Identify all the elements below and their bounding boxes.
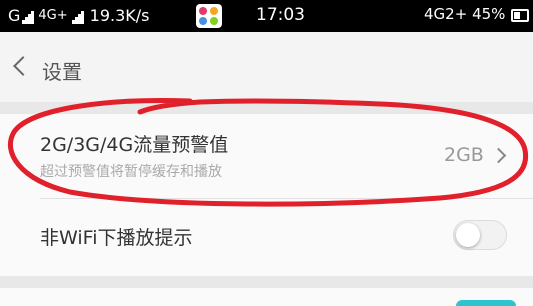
non-wifi-prompt-row: 非WiFi下播放提示 (0, 199, 533, 276)
section-gap (0, 102, 533, 114)
app-notification-icon (196, 4, 222, 28)
traffic-warning-row[interactable]: 2G/3G/4G流量预警值 超过预警值将暂停缓存和播放 2GB (0, 114, 533, 198)
status-left: G 4G+ 19.3K/s (8, 6, 150, 25)
accent-element (456, 300, 516, 306)
signal-strength-icon-2 (71, 9, 84, 24)
battery-icon (511, 9, 529, 22)
traffic-warning-subtitle: 超过预警值将暂停缓存和播放 (40, 164, 222, 180)
section-gap-bottom (0, 276, 533, 288)
page-title: 设置 (42, 60, 82, 84)
traffic-warning-value: 2GB (444, 144, 484, 166)
battery-percent: 45% (472, 5, 506, 23)
non-wifi-prompt-toggle[interactable] (453, 220, 507, 250)
toggle-knob (456, 223, 480, 247)
settings-list: 2G/3G/4G流量预警值 超过预警值将暂停缓存和播放 2GB 非WiFi下播放… (0, 114, 533, 276)
network-speed: 19.3K/s (89, 6, 150, 25)
status-time: 17:03 (256, 5, 305, 25)
signal-strength-icon (22, 9, 35, 24)
traffic-warning-title: 2G/3G/4G流量预警值 (40, 134, 229, 156)
status-right: 4G2+ 45% (424, 5, 505, 23)
network-type-right: 4G2+ (424, 5, 468, 23)
page-header: 设置 (0, 32, 533, 102)
back-chevron-icon[interactable] (13, 56, 33, 76)
non-wifi-prompt-title: 非WiFi下播放提示 (40, 227, 193, 249)
network-type-label: 4G+ (38, 8, 68, 23)
chevron-right-icon (490, 147, 507, 164)
next-section (0, 288, 533, 306)
status-bar: G 4G+ 19.3K/s 17:03 4G2+ 45% (0, 0, 533, 32)
carrier-label: G (8, 6, 21, 25)
